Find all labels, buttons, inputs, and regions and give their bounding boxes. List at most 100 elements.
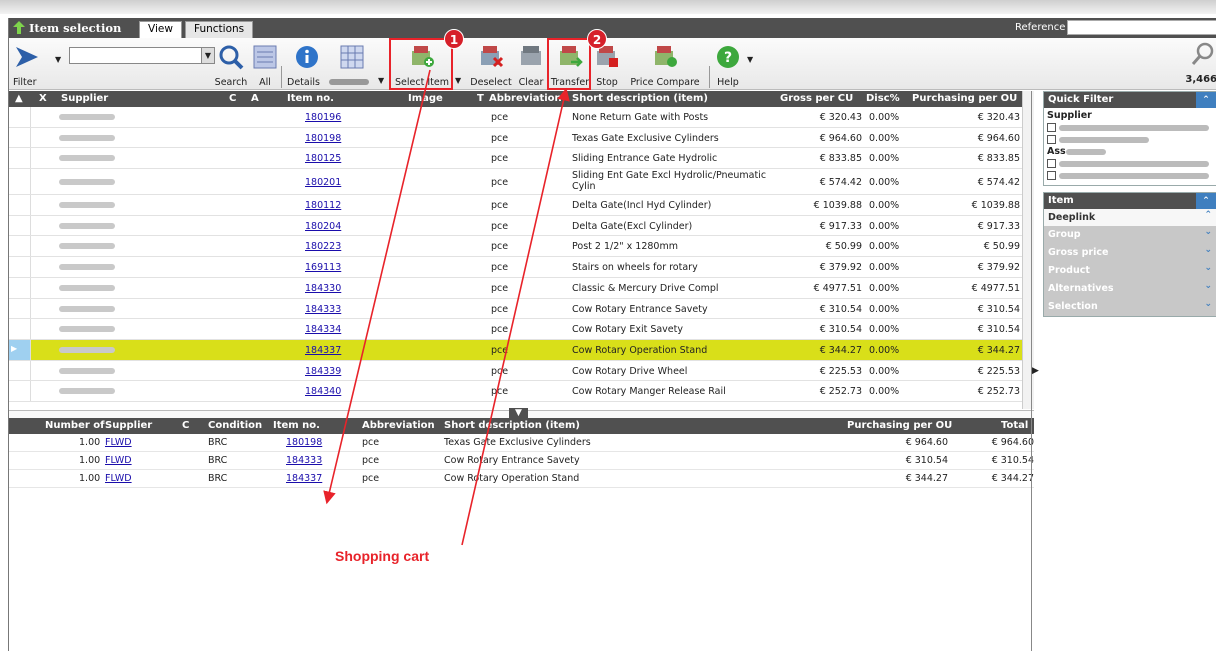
row-gutter[interactable] xyxy=(9,319,31,339)
item-no-link[interactable]: 180223 xyxy=(305,241,341,252)
item-group[interactable]: Group ⌄ xyxy=(1044,226,1216,244)
search-button[interactable]: Search xyxy=(211,38,251,90)
table-row[interactable]: 180125 pce Sliding Entrance Gate Hydroli… xyxy=(9,148,1034,170)
filter-option[interactable] xyxy=(1047,122,1213,134)
cart-number-cell[interactable]: 1.00 xyxy=(79,437,100,448)
filter-dropdown-caret[interactable]: ▼ xyxy=(55,55,61,64)
col-c[interactable]: C xyxy=(229,93,236,104)
item-alternatives[interactable]: Alternatives ⌄ xyxy=(1044,280,1216,298)
table-row[interactable]: 184334 pce Cow Rotary Exit Savety € 310.… xyxy=(9,319,1034,340)
table-row[interactable]: 169113 pce Stairs on wheels for rotary €… xyxy=(9,257,1034,278)
col-t[interactable]: T xyxy=(477,93,484,104)
cart-item-link[interactable]: 184337 xyxy=(286,473,322,484)
item-no-link[interactable]: 169113 xyxy=(305,262,341,273)
help-button[interactable]: ? Help xyxy=(711,38,745,90)
cart-col-purchasing-per-ou[interactable]: Purchasing per OU xyxy=(847,420,952,431)
tab-view[interactable]: View xyxy=(139,21,182,38)
collapse-icon[interactable]: ⌃ xyxy=(1196,92,1216,108)
row-gutter[interactable] xyxy=(9,215,31,236)
select-dropdown-caret[interactable]: ▼ xyxy=(455,76,461,85)
row-gutter[interactable] xyxy=(9,381,31,401)
row-gutter[interactable] xyxy=(9,298,31,319)
item-product[interactable]: Product ⌄ xyxy=(1044,262,1216,280)
table-row[interactable]: ▶ 184337 pce Cow Rotary Operation Stand … xyxy=(9,339,1034,361)
row-gutter[interactable] xyxy=(9,257,31,277)
table-row[interactable]: 180201 pce Sliding Ent Gate Excl Hydroli… xyxy=(9,169,1034,196)
cart-item-link[interactable]: 180198 xyxy=(286,437,322,448)
cart-col-item-no[interactable]: Item no. xyxy=(273,420,320,431)
pane-splitter[interactable]: ▼ xyxy=(9,408,1034,418)
row-gutter[interactable] xyxy=(9,277,31,298)
cart-item-link[interactable]: 184333 xyxy=(286,455,322,466)
clear-button[interactable]: Clear xyxy=(515,38,547,90)
filter-button[interactable]: Filter xyxy=(9,38,49,90)
row-gutter[interactable] xyxy=(9,195,31,215)
row-gutter[interactable] xyxy=(9,148,31,169)
supplier-link[interactable]: FLWD xyxy=(105,455,132,466)
table-row[interactable]: 180204 pce Delta Gate(Excl Cylinder) € 9… xyxy=(9,215,1034,237)
back-arrow-icon[interactable] xyxy=(13,21,25,34)
item-no-link[interactable]: 180198 xyxy=(305,133,341,144)
item-no-link[interactable]: 184333 xyxy=(305,304,341,315)
item-selection[interactable]: Selection ⌄ xyxy=(1044,298,1216,316)
item-no-link[interactable]: 184330 xyxy=(305,283,341,294)
help-dropdown-caret[interactable]: ▼ xyxy=(747,55,753,64)
search-combobox[interactable]: ▼ xyxy=(69,47,215,64)
row-gutter[interactable] xyxy=(9,127,31,148)
row-gutter[interactable]: ▶ xyxy=(9,339,31,360)
filter-option[interactable] xyxy=(1047,158,1213,170)
table-row[interactable]: 184330 pce Classic & Mercury Drive Compl… xyxy=(9,277,1034,299)
col-supplier[interactable]: Supplier xyxy=(61,93,108,104)
cart-col-abbreviation[interactable]: Abbreviation xyxy=(362,420,435,431)
item-no-link[interactable]: 180204 xyxy=(305,221,341,232)
collapse-icon[interactable]: ⌃ xyxy=(1196,193,1216,209)
view-grid-button[interactable] xyxy=(329,38,375,90)
item-no-link[interactable]: 184337 xyxy=(305,345,341,356)
item-no-link[interactable]: 184340 xyxy=(305,386,341,397)
filter-option[interactable] xyxy=(1047,134,1213,146)
supplier-link[interactable]: FLWD xyxy=(105,437,132,448)
deselect-button[interactable]: Deselect xyxy=(467,38,515,90)
cart-col-number[interactable]: Number of xyxy=(45,420,104,431)
item-no-link[interactable]: 180201 xyxy=(305,177,341,188)
table-row[interactable]: 180198 pce Texas Gate Exclusive Cylinder… xyxy=(9,127,1034,149)
item-deeplink[interactable]: Deeplink ⌃ xyxy=(1044,209,1216,226)
cart-col-condition[interactable]: Condition xyxy=(208,420,262,431)
col-item-no[interactable]: Item no. xyxy=(287,93,334,104)
row-gutter[interactable] xyxy=(9,107,31,127)
price-compare-button[interactable]: Price Compare xyxy=(623,38,707,90)
col-disc[interactable]: Disc% xyxy=(866,93,900,104)
cart-col-c[interactable]: C xyxy=(182,420,189,431)
cart-row[interactable]: 1.00 FLWD BRC 184333 pce Cow Rotary Entr… xyxy=(9,452,1034,470)
cart-col-supplier[interactable]: Supplier xyxy=(105,420,152,431)
supplier-link[interactable]: FLWD xyxy=(105,473,132,484)
reference-input[interactable] xyxy=(1067,20,1216,35)
cart-number-cell[interactable]: 1.00 xyxy=(79,473,100,484)
col-x[interactable]: X xyxy=(39,93,47,104)
item-no-link[interactable]: 180125 xyxy=(305,153,341,164)
grid-scrollbar[interactable] xyxy=(1022,91,1034,409)
col-image[interactable]: Image xyxy=(408,93,443,104)
col-a[interactable]: A xyxy=(251,93,259,104)
row-gutter[interactable] xyxy=(9,360,31,381)
col-purchasing-per-ou[interactable]: Purchasing per OU xyxy=(912,93,1017,104)
col-abbreviation[interactable]: Abbreviation xyxy=(489,93,562,104)
side-collapse-icon[interactable]: ▶ xyxy=(1032,366,1039,376)
table-row[interactable]: 180223 pce Post 2 1/2" x 1280mm € 50.99 … xyxy=(9,236,1034,258)
table-row[interactable]: 180112 pce Delta Gate(Incl Hyd Cylinder)… xyxy=(9,195,1034,216)
table-row[interactable]: 184339 pce Cow Rotary Drive Wheel € 225.… xyxy=(9,360,1034,382)
view-dropdown-caret[interactable]: ▼ xyxy=(378,76,384,85)
splitter-down-icon[interactable]: ▼ xyxy=(509,408,528,418)
cart-col-total[interactable]: Total xyxy=(1001,420,1028,431)
tab-functions[interactable]: Functions xyxy=(185,21,254,38)
cart-col-short-description[interactable]: Short description (item) xyxy=(444,420,580,431)
table-row[interactable]: 184333 pce Cow Rotary Entrance Savety € … xyxy=(9,298,1034,320)
item-no-link[interactable]: 180196 xyxy=(305,112,341,123)
row-gutter[interactable] xyxy=(9,236,31,257)
cart-row[interactable]: 1.00 FLWD BRC 184337 pce Cow Rotary Oper… xyxy=(9,470,1034,488)
sort-asc-icon[interactable]: ▲ xyxy=(15,93,23,104)
item-no-link[interactable]: 180112 xyxy=(305,200,341,211)
details-button[interactable]: Details xyxy=(287,38,327,90)
item-no-link[interactable]: 184334 xyxy=(305,324,341,335)
row-gutter[interactable] xyxy=(9,169,31,195)
